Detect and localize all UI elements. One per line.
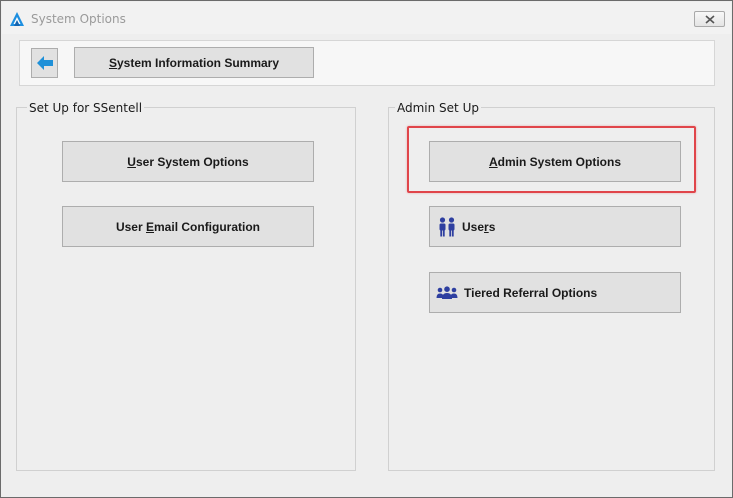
tiered-referral-options-button[interactable]: Tiered Referral Options	[429, 272, 681, 313]
system-options-window: System Options System Information Summar…	[0, 0, 733, 498]
button-label: mail Configuration	[154, 219, 261, 234]
mnemonic: S	[108, 55, 117, 70]
setup-group-label: Set Up for SSentell	[27, 101, 145, 115]
users-icon	[438, 216, 456, 237]
highlight-box	[407, 126, 696, 193]
button-label: s	[488, 219, 496, 234]
mnemonic: E	[146, 219, 155, 234]
back-button[interactable]	[31, 48, 58, 78]
admin-setup-group-label: Admin Set Up	[395, 101, 481, 115]
button-label: ser System Options	[135, 154, 249, 169]
app-logo-icon	[9, 11, 25, 27]
system-information-summary-button[interactable]: System Information Summary	[74, 47, 314, 78]
user-email-configuration-button[interactable]: User Email Configuration	[62, 206, 314, 247]
button-label: User	[115, 219, 146, 234]
button-label: Tiered Referral Options	[464, 285, 598, 300]
title-bar: System Options	[2, 2, 731, 34]
toolbar: System Information Summary	[19, 40, 715, 86]
back-arrow-icon	[36, 56, 53, 70]
client-area: System Information Summary Set Up for SS…	[8, 34, 727, 490]
window-title: System Options	[31, 12, 126, 26]
button-label: ystem Information Summary	[116, 55, 280, 70]
button-label: Use	[462, 219, 485, 234]
users-button[interactable]: Users	[429, 206, 681, 247]
close-button[interactable]	[694, 11, 725, 27]
user-system-options-button[interactable]: User System Options	[62, 141, 314, 182]
group-people-icon	[436, 285, 458, 300]
mnemonic: U	[127, 154, 136, 169]
close-icon	[705, 15, 715, 24]
